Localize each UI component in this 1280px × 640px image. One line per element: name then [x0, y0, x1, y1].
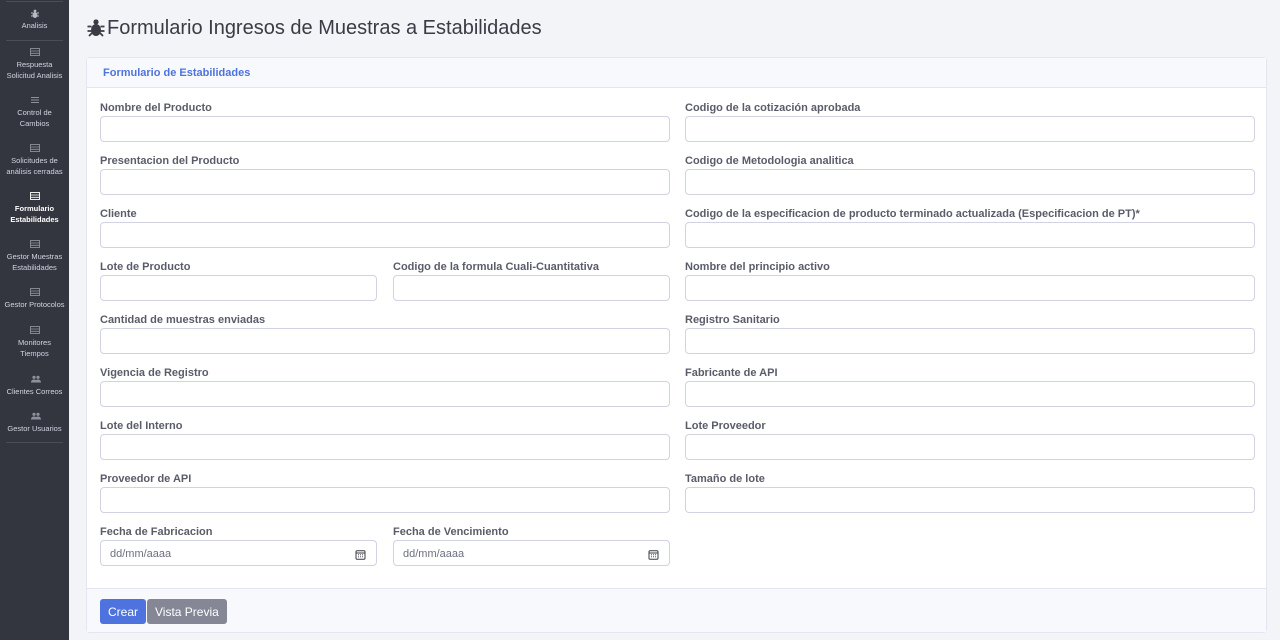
lote-proveedor-label: Lote Proveedor	[685, 420, 766, 432]
table-icon	[29, 240, 40, 248]
codigo-formula-label: Codigo de la formula Cuali-Cuantitativa	[393, 261, 599, 273]
sidebar-item-solicitudes-cerradas[interactable]: Solicitudes de análisis cerradas	[0, 144, 69, 177]
sidebar-item-label: Clientes Correos	[6, 387, 63, 396]
principio-activo-input[interactable]	[685, 275, 1255, 301]
presentacion-producto-label: Presentacion del Producto	[100, 155, 240, 167]
sidebar-item-label: Analisis	[21, 21, 48, 30]
proveedor-api-label: Proveedor de API	[100, 473, 192, 485]
tamano-lote-label: Tamaño de lote	[685, 473, 765, 485]
principio-activo-label: Nombre del principio activo	[685, 261, 830, 273]
date-placeholder: dd/mm/aaaa	[110, 548, 172, 560]
sidebar: Analisis Respuesta Solicitud Analisis Co…	[0, 0, 69, 640]
sidebar-item-gestor-muestras[interactable]: Gestor Muestras Estabilidades	[0, 240, 69, 273]
cantidad-muestras-input[interactable]	[100, 328, 670, 354]
list-icon	[30, 96, 40, 104]
lote-producto-input[interactable]	[100, 275, 377, 301]
sidebar-item-control-cambios[interactable]: Control de Cambios	[0, 96, 69, 129]
fabricante-api-label: Fabricante de API	[685, 367, 778, 379]
cantidad-muestras-label: Cantidad de muestras enviadas	[100, 314, 266, 326]
sidebar-item-label: Monitores Tiempos	[18, 338, 51, 358]
sidebar-divider	[6, 442, 63, 443]
cliente-label: Cliente	[100, 208, 137, 220]
table-icon	[29, 192, 40, 200]
sidebar-item-label: Formulario Estabilidades	[10, 204, 59, 224]
proveedor-api-input[interactable]	[100, 487, 670, 513]
table-icon	[29, 48, 40, 56]
nombre-producto-input[interactable]	[100, 116, 670, 142]
vigencia-registro-input[interactable]	[100, 381, 670, 407]
table-icon	[29, 288, 40, 296]
fecha-fabricacion-input[interactable]: dd/mm/aaaa	[100, 540, 377, 566]
codigo-metodologia-input[interactable]	[685, 169, 1255, 195]
date-placeholder: dd/mm/aaaa	[403, 548, 465, 560]
sidebar-item-gestor-protocolos[interactable]: Gestor Protocolos	[0, 288, 69, 311]
registro-sanitario-label: Registro Sanitario	[685, 314, 780, 326]
bug-icon	[86, 18, 106, 38]
sidebar-item-label: Gestor Muestras Estabilidades	[6, 252, 63, 272]
stability-form-card: Formulario de Estabilidades Nombre del P…	[86, 57, 1267, 633]
card-header: Formulario de Estabilidades	[87, 58, 1266, 88]
calendar-icon[interactable]	[355, 547, 366, 560]
users-icon	[30, 375, 41, 383]
fecha-fabricacion-label: Fecha de Fabricacion	[100, 526, 213, 538]
sidebar-item-label: Control de Cambios	[17, 108, 52, 128]
page-title-text: Formulario Ingresos de Muestras a Estabi…	[107, 16, 542, 39]
cliente-input[interactable]	[100, 222, 670, 248]
sidebar-item-label: Gestor Usuarios	[7, 424, 62, 433]
page-title: Formulario Ingresos de Muestras a Estabi…	[86, 15, 542, 41]
lote-interno-input[interactable]	[100, 434, 670, 460]
lote-interno-label: Lote del Interno	[100, 420, 183, 432]
card-footer: Crear Vista Previa	[87, 588, 1266, 632]
sidebar-item-formulario-estabilidades[interactable]: Formulario Estabilidades	[0, 192, 69, 225]
sidebar-item-gestor-usuarios[interactable]: Gestor Usuarios	[0, 412, 69, 435]
crear-button[interactable]: Crear	[100, 599, 147, 624]
bug-icon	[30, 9, 40, 18]
calendar-icon[interactable]	[648, 547, 659, 560]
lote-producto-label: Lote de Producto	[100, 261, 191, 273]
codigo-especificacion-input[interactable]	[685, 222, 1255, 248]
sidebar-item-monitores-tiempos[interactable]: Monitores Tiempos	[0, 326, 69, 359]
table-icon	[29, 144, 40, 152]
sidebar-item-label: Respuesta Solicitud Analisis	[6, 60, 63, 80]
sidebar-item-label: Solicitudes de análisis cerradas	[6, 156, 63, 176]
vigencia-registro-label: Vigencia de Registro	[100, 367, 209, 379]
codigo-cotizacion-input[interactable]	[685, 116, 1255, 142]
fecha-vencimiento-input[interactable]: dd/mm/aaaa	[393, 540, 670, 566]
sidebar-item-respuesta[interactable]: Respuesta Solicitud Analisis	[0, 48, 69, 81]
nombre-producto-label: Nombre del Producto	[100, 102, 212, 114]
sidebar-divider	[6, 40, 63, 41]
lote-proveedor-input[interactable]	[685, 434, 1255, 460]
codigo-metodologia-label: Codigo de Metodologia analitica	[685, 155, 854, 167]
table-icon	[29, 326, 40, 334]
sidebar-item-clientes-correos[interactable]: Clientes Correos	[0, 375, 69, 398]
vista-previa-button[interactable]: Vista Previa	[147, 599, 227, 624]
sidebar-item-analisis[interactable]: Analisis	[0, 9, 69, 32]
registro-sanitario-input[interactable]	[685, 328, 1255, 354]
presentacion-producto-input[interactable]	[100, 169, 670, 195]
tamano-lote-input[interactable]	[685, 487, 1255, 513]
card-header-title: Formulario de Estabilidades	[103, 67, 251, 79]
fabricante-api-input[interactable]	[685, 381, 1255, 407]
codigo-especificacion-label: Codigo de la especificacion de producto …	[685, 208, 1140, 220]
sidebar-item-label: Gestor Protocolos	[4, 300, 65, 309]
sidebar-divider	[6, 1, 63, 2]
users-icon	[30, 412, 41, 420]
fecha-vencimiento-label: Fecha de Vencimiento	[393, 526, 509, 538]
codigo-formula-input[interactable]	[393, 275, 670, 301]
codigo-cotizacion-label: Codigo de la cotización aprobada	[685, 102, 861, 114]
